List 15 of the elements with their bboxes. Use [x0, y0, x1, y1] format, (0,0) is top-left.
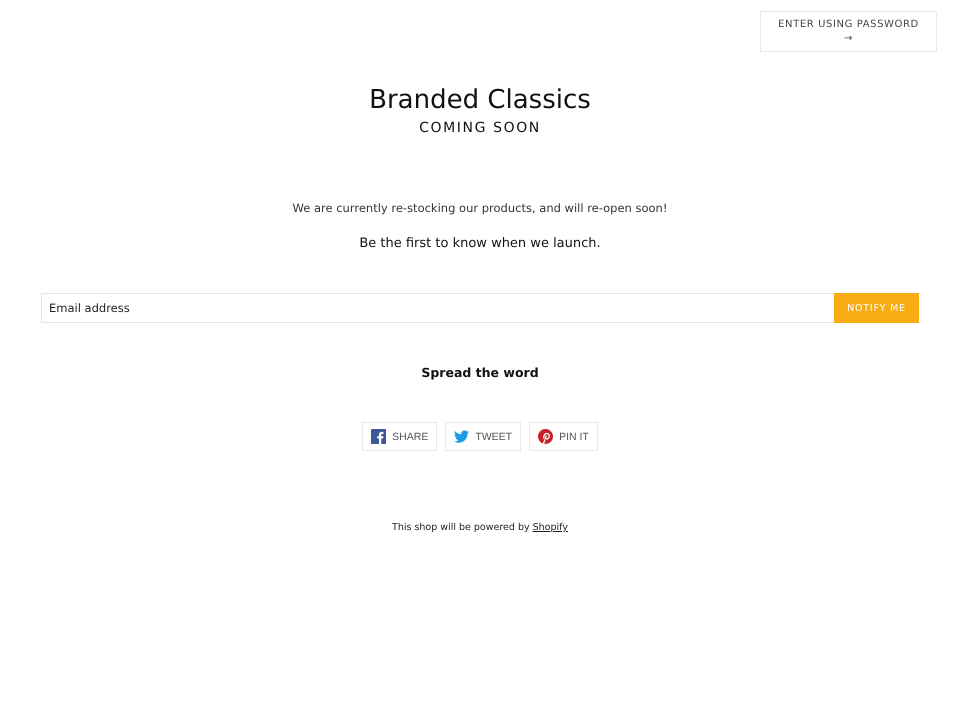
coming-soon-subtitle: COMING SOON [419, 119, 541, 138]
pinterest-logo-icon [538, 429, 554, 444]
facebook-logo-icon [371, 429, 386, 444]
email-field[interactable]: Email address [41, 293, 834, 323]
shopify-link[interactable]: Shopify [532, 522, 568, 533]
enter-password-button[interactable]: ENTER USING PASSWORD → [760, 11, 937, 52]
tweet-button[interactable]: TWEET [445, 422, 522, 451]
store-message: We are currently re-stocking our products, and will re-open soon! [292, 200, 668, 216]
facebook-share-button[interactable]: SHARE [362, 422, 438, 451]
powered-by-text: This shop will be powered by Shopify [392, 521, 568, 535]
shop-title: Branded Classics [369, 84, 591, 117]
signup-heading: Be the first to know when we launch. [359, 235, 601, 253]
share-heading: Spread the word [421, 364, 539, 382]
pin-it-button[interactable]: PIN IT [529, 422, 598, 451]
bird-icon [454, 429, 470, 444]
